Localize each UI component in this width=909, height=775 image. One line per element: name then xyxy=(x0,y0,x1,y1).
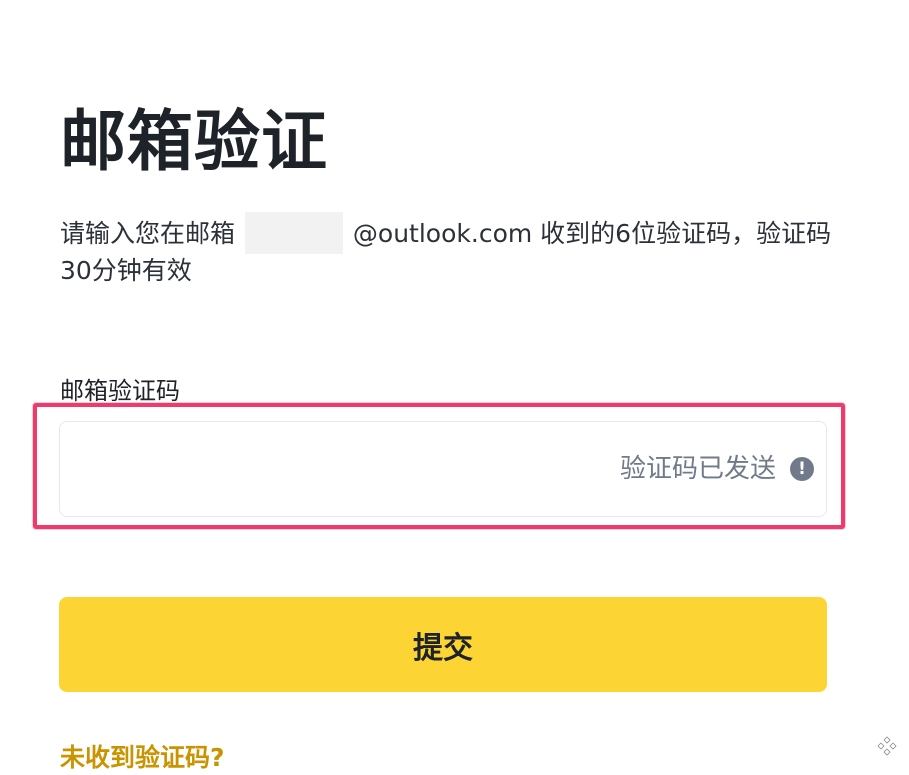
info-icon[interactable]: ! xyxy=(790,457,814,481)
instructions-email-suffix: @outlook.com xyxy=(352,219,533,248)
instructions-prefix: 请输入您在邮箱 xyxy=(60,219,236,248)
code-input-container[interactable]: 验证码已发送 ! xyxy=(59,421,827,517)
resend-code-link[interactable]: 未收到验证码? xyxy=(60,741,225,775)
watermark-logo-icon xyxy=(877,736,897,756)
watermark xyxy=(875,734,899,758)
page-title: 邮箱验证 xyxy=(60,103,328,180)
masked-email-redaction xyxy=(244,212,343,254)
code-sent-status: 验证码已发送 xyxy=(619,454,776,484)
code-input[interactable] xyxy=(74,422,578,516)
instructions-text: 请输入您在邮箱 @outlook.com 收到的6位验证码，验证码30分钟有效 xyxy=(60,212,840,288)
submit-button[interactable]: 提交 xyxy=(59,597,827,692)
